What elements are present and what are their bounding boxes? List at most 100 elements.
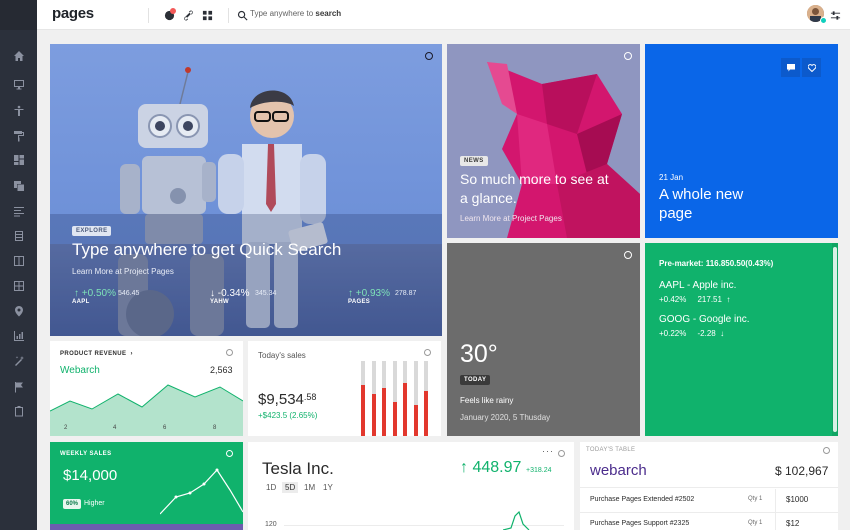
table-icon[interactable] (12, 279, 25, 292)
pages-label: PAGES (348, 299, 371, 305)
row-price: $1000 (786, 495, 809, 504)
scrollbar-track[interactable] (832, 243, 838, 436)
sales-bar (392, 361, 397, 436)
sales-bar (382, 361, 386, 436)
row-qty: Qty 1 (748, 520, 763, 526)
sales-bar-fill (424, 391, 428, 436)
weather-card[interactable]: 30° TODAY Feels like rainy January 2020,… (447, 243, 640, 436)
todays-table-menu[interactable] (823, 447, 830, 454)
top-header: pages Type anywhere to search (37, 0, 850, 30)
tesla-menu[interactable] (558, 450, 565, 457)
hero-menu-button[interactable] (425, 52, 433, 60)
y-axis-tick: 120 (265, 521, 277, 528)
todays-table-card[interactable]: TODAY'S TABLE webarch $ 102,967 Purchase… (580, 442, 838, 530)
sales-bar-fill (371, 394, 376, 436)
market-card[interactable]: Pre-market: 116.850.50(0.43%) AAPL - App… (645, 243, 838, 436)
aapl-price: 546.45 (118, 290, 140, 297)
apps-grid-icon[interactable] (200, 8, 214, 22)
map-pin-icon[interactable] (12, 304, 25, 317)
link-icon[interactable] (181, 8, 195, 22)
weather-description: Feels like rainy (460, 396, 514, 405)
todays-sales-label: Today's sales (258, 351, 306, 360)
explore-tag: EXPLORE (72, 226, 112, 236)
range-5d[interactable]: 5D (282, 482, 299, 493)
blue-card-date: 21 Jan (659, 173, 684, 182)
weekly-sales-label: WEEKLY SALES (60, 451, 112, 457)
flag-icon[interactable] (12, 380, 25, 393)
desktop-icon[interactable] (12, 77, 25, 90)
heart-icon[interactable] (802, 58, 821, 77)
sales-bar (371, 361, 376, 436)
clipboard-icon[interactable] (12, 404, 25, 417)
weather-menu-button[interactable] (624, 251, 632, 259)
today-tag: TODAY (460, 375, 491, 385)
news-subtitle[interactable]: Learn More at Project Pages (460, 214, 562, 223)
chart-icon[interactable] (12, 329, 25, 342)
yahw-label: YAHW (210, 299, 229, 305)
pages-price: 278.87 (395, 290, 417, 297)
origami-illustration (447, 44, 640, 238)
range-1d[interactable]: 1D (266, 483, 276, 492)
columns-icon[interactable] (12, 254, 25, 267)
database-icon[interactable] (12, 229, 25, 242)
x-tick: 4 (113, 425, 117, 431)
tesla-stock-card[interactable]: ··· Tesla Inc. ↑ 448.97 +318.24 1D 5D 1M… (248, 442, 574, 530)
product-revenue-label[interactable]: PRODUCT REVENUE › (60, 351, 133, 357)
column-divider (775, 489, 776, 530)
news-tag: NEWS (460, 156, 488, 166)
tesla-line-chart (503, 510, 530, 530)
todays-sales-change: +$423.5 (2.65%) (258, 411, 318, 420)
hero-card[interactable]: EXPLORE Type anywhere to get Quick Searc… (50, 44, 442, 336)
range-1m[interactable]: 1M (304, 483, 315, 492)
weekly-sales-menu[interactable] (226, 450, 233, 457)
row-item[interactable]: Purchase Pages Support #2325 (590, 520, 689, 527)
product-name: Webarch (60, 365, 100, 376)
news-title: So much more to see at a glance. (460, 171, 609, 206)
search-input[interactable]: Type anywhere to search (250, 9, 341, 18)
search-placeholder-bold: search (315, 9, 342, 18)
align-left-icon[interactable] (12, 204, 25, 217)
more-icon[interactable]: ··· (542, 446, 554, 456)
sales-bar (403, 361, 407, 436)
hero-subtitle[interactable]: Learn More at Project Pages (72, 267, 174, 276)
range-1y[interactable]: 1Y (323, 483, 333, 492)
layers-icon[interactable] (12, 179, 25, 192)
news-menu-button[interactable] (624, 52, 632, 60)
row-item[interactable]: Purchase Pages Extended #2502 (590, 496, 694, 503)
row-qty: Qty 1 (748, 496, 763, 502)
product-revenue-card[interactable]: PRODUCT REVENUE › Webarch 2,563 2 4 6 8 (50, 341, 243, 436)
premarket-text: Pre-market: 116.850.50(0.43%) (659, 259, 774, 268)
search-icon[interactable] (235, 8, 249, 22)
pages-logo[interactable]: pages (52, 5, 94, 22)
magic-icon[interactable] (12, 354, 25, 367)
comment-icon[interactable] (781, 58, 800, 77)
header-divider (228, 8, 229, 23)
row-price: $12 (786, 519, 800, 528)
row-divider (580, 512, 838, 513)
notification-dot (170, 8, 176, 14)
sales-bar-fill (413, 405, 418, 436)
home-icon[interactable] (12, 49, 25, 62)
sales-bar-fill (382, 388, 386, 436)
todays-sales-value: $9,534.58 (258, 391, 317, 408)
sales-bar (424, 361, 428, 436)
paint-roller-icon[interactable] (12, 129, 25, 142)
news-card[interactable]: NEWS So much more to see at a glance. Lea… (447, 44, 640, 238)
product-revenue-menu[interactable] (226, 349, 233, 356)
aapl-name: AAPL - Apple inc. (659, 280, 737, 291)
weekly-sales-badge: 60% (63, 499, 82, 509)
todays-sales-menu[interactable] (424, 349, 431, 356)
aapl-change: ↑ +0.50% (74, 288, 116, 299)
weekly-sales-card[interactable]: WEEKLY SALES $14,000 60% Higher (50, 442, 243, 530)
weekly-sales-line-chart (160, 468, 243, 515)
accessibility-icon[interactable] (12, 104, 25, 117)
next-card-edge (50, 524, 243, 530)
sidebar (0, 0, 37, 530)
scrollbar-thumb[interactable] (833, 247, 837, 432)
settings-sliders-icon[interactable] (828, 8, 842, 22)
blue-feature-card[interactable]: 21 Jan A whole new page (645, 44, 838, 238)
todays-sales-card[interactable]: Today's sales $9,534.58 +$423.5 (2.65%) (248, 341, 441, 436)
sales-bar-fill (392, 402, 397, 436)
aapl-label: AAPL (72, 299, 90, 305)
layouts-icon[interactable] (12, 153, 25, 166)
